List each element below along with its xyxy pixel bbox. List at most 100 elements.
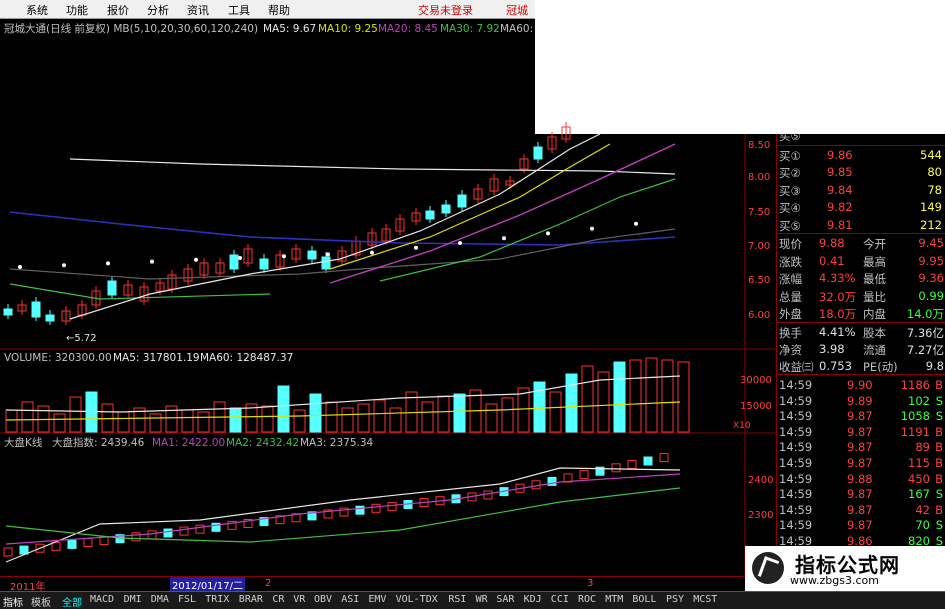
- tick-time: 14:59: [779, 440, 813, 455]
- tab-fsl[interactable]: FSL: [178, 594, 196, 605]
- tab-mtm[interactable]: MTM: [605, 594, 623, 605]
- index-y-tick: 2300: [748, 510, 773, 521]
- fundamental-row: 换手 4.41% 股本 7.36亿: [777, 323, 945, 341]
- menu-tools[interactable]: 工具: [228, 2, 250, 18]
- buy-level-row: 买③ 9.84 78: [777, 181, 945, 199]
- index-candle: [67, 539, 77, 549]
- buy-level-price: 9.85: [827, 165, 853, 180]
- buy-level-label: 买①: [779, 149, 801, 163]
- fundamental-row: 净资 3.98 流通 7.27亿: [777, 340, 945, 358]
- menu-analysis[interactable]: 分析: [147, 2, 169, 18]
- tab-dmi[interactable]: DMI: [124, 594, 142, 605]
- tab-macd[interactable]: MACD: [90, 594, 114, 605]
- stat-label: 涨跌: [779, 254, 802, 269]
- tab-dma[interactable]: DMA: [151, 594, 169, 605]
- stat-value: 9.45: [918, 236, 944, 250]
- volume-ma5-label: MA5: 317801.19: [113, 352, 200, 364]
- stat-label: 涨幅: [779, 272, 802, 287]
- kline-dot: [546, 231, 550, 236]
- stat-label: 量比: [863, 289, 886, 304]
- index-candle: [19, 545, 29, 555]
- tab-asi[interactable]: ASI: [341, 594, 359, 605]
- tab-all[interactable]: 全部: [62, 594, 82, 609]
- tick-price: 9.87: [847, 502, 873, 517]
- ma60-label: MA60:: [500, 23, 533, 35]
- tick-direction: S: [935, 409, 943, 424]
- buy-level-price: 9.82: [827, 200, 853, 215]
- buy-level-label: 买⑤: [779, 218, 801, 233]
- stat-value: 32.0万: [819, 289, 857, 304]
- tab-cci[interactable]: CCI: [551, 594, 569, 605]
- tick-direction: S: [935, 518, 943, 533]
- kline-y-tick: 8.50: [748, 140, 770, 151]
- kline-y-tick: 7.50: [748, 207, 770, 218]
- kline-chart[interactable]: 冠城大通(日线 前复权) MB(5,10,20,30,60,120,240) M…: [0, 19, 776, 350]
- tab-boll[interactable]: BOLL: [632, 594, 656, 605]
- volume-bar: [309, 393, 322, 433]
- tab-roc[interactable]: ROC: [578, 594, 596, 605]
- buy-level-volume: 212: [920, 217, 942, 232]
- tick-price: 9.88: [847, 471, 873, 486]
- tab-rsi[interactable]: RSI: [448, 594, 466, 605]
- tick-volume: 42: [915, 502, 930, 517]
- tab-indicator[interactable]: 指标: [3, 594, 23, 609]
- tab-sar[interactable]: SAR: [496, 594, 514, 605]
- tab-template[interactable]: 模板: [31, 594, 51, 609]
- tick-time: 14:59: [779, 409, 813, 424]
- menu-news[interactable]: 资讯: [187, 2, 209, 18]
- index-ma3-label: MA3: 2375.34: [300, 437, 374, 449]
- tab-psy[interactable]: PSY: [666, 594, 684, 605]
- tab-emv[interactable]: EMV: [368, 594, 386, 605]
- date-axis: 2011年 2012/01/17/二 2 3: [0, 576, 745, 593]
- index-candle: [643, 456, 653, 466]
- fund-value: 9.8: [925, 358, 944, 373]
- stat-label: 总量: [779, 289, 802, 304]
- tab-vol-tdx[interactable]: VOL-TDX: [396, 594, 438, 605]
- kline-dot: [414, 245, 418, 250]
- date-month-2: 2: [265, 578, 272, 589]
- volume-header: VOLUME: 320300.00: [4, 352, 112, 364]
- tab-wr[interactable]: WR: [476, 594, 488, 605]
- buy-level-row: 买⑤ 9.81 212: [777, 216, 945, 234]
- volume-y-tick: 30000: [740, 375, 772, 386]
- tick-volume: 167: [908, 487, 930, 502]
- tab-trix[interactable]: TRIX: [205, 594, 229, 605]
- index-chart[interactable]: 大盘K线 大盘指数: 2439.46 MA1: 2422.00 MA2: 243…: [0, 434, 776, 576]
- tick-direction: B: [935, 502, 943, 517]
- fund-label: 股本: [863, 326, 886, 340]
- stat-label: 内盘: [863, 307, 886, 322]
- menu-function[interactable]: 功能: [66, 2, 88, 18]
- tab-vr[interactable]: VR: [293, 594, 305, 605]
- tick-time: 14:59: [779, 518, 813, 533]
- buy-level-volume: 78: [927, 182, 942, 197]
- tick-price: 9.87: [847, 409, 873, 424]
- tick-volume: 1191: [900, 424, 930, 439]
- tab-mcst[interactable]: MCST: [693, 594, 717, 605]
- volume-ma60-label: MA60: 128487.37: [200, 352, 293, 364]
- tab-kdj[interactable]: KDJ: [524, 594, 542, 605]
- volume-bar: [565, 373, 578, 433]
- order-book: 买⑤ 买① 9.86 544 买② 9.85 80 买③ 9.84 78 买④ 9.82 149 买⑤ 9…: [776, 134, 945, 548]
- buy-level-row: 买① 9.86 544: [777, 146, 945, 164]
- tick-volume: 70: [915, 518, 930, 533]
- menu-quote[interactable]: 报价: [107, 2, 129, 18]
- kline-dot: [150, 259, 154, 264]
- kline-dot: [194, 257, 198, 262]
- login-status[interactable]: 交易未登录: [418, 2, 473, 18]
- tab-brar[interactable]: BRAR: [239, 594, 263, 605]
- kline-y-tick: 8.00: [748, 172, 770, 183]
- menu-help[interactable]: 帮助: [268, 2, 290, 18]
- stat-value: 0.99: [918, 288, 944, 303]
- menu-system[interactable]: 系统: [26, 2, 48, 18]
- fund-label: 换手: [779, 326, 802, 340]
- tab-obv[interactable]: OBV: [314, 594, 332, 605]
- tick-direction: S: [935, 487, 943, 502]
- volume-unit: X10: [733, 421, 751, 431]
- stat-value: 14.0万: [906, 307, 944, 322]
- stat-value: 9.36: [918, 271, 944, 286]
- tick-time: 14:59: [779, 424, 813, 439]
- tab-cr[interactable]: CR: [272, 594, 284, 605]
- stat-label: 外盘: [779, 307, 802, 322]
- volume-chart[interactable]: VOLUME: 320300.00 MA5: 317801.19 MA60: 1…: [0, 350, 776, 434]
- fund-value: 7.27亿: [906, 342, 944, 357]
